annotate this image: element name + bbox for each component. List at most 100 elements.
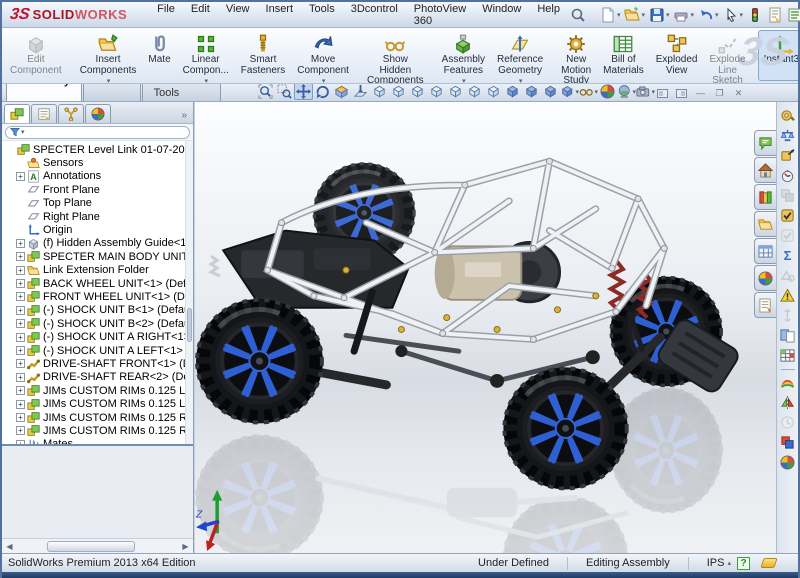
tree-expander[interactable]: +	[16, 252, 25, 262]
tree-item[interactable]: Top Plane	[4, 197, 185, 210]
tree-expander[interactable]: +	[16, 413, 25, 422]
bill-of-materials-button[interactable]: Bill of Materials	[597, 30, 650, 81]
tree-item[interactable]: + Link Extension Folder	[4, 264, 185, 277]
units-dropdown-arrow[interactable]: ▴	[727, 559, 731, 567]
menu-help[interactable]: Help	[529, 0, 568, 30]
view-orientation-4-button[interactable]	[427, 83, 446, 100]
quick-tips-icon[interactable]: ?	[737, 556, 750, 570]
tree-expander[interactable]: +	[16, 332, 25, 342]
measure-button[interactable]	[778, 106, 797, 125]
scroll-right-arrow[interactable]: ▶	[178, 540, 193, 553]
dropdown-arrow[interactable]: ▾	[666, 11, 670, 19]
taskpane-tab-solidworks-resources[interactable]	[754, 157, 776, 183]
view-orientation-5-button[interactable]	[446, 83, 465, 100]
tree-expander[interactable]: +	[16, 426, 25, 436]
view-orientation-1-button[interactable]	[370, 83, 389, 100]
taskpane-tab-appearances-scenes[interactable]	[754, 265, 776, 291]
curvature-button[interactable]	[778, 373, 797, 392]
undo-button[interactable]: ▾	[696, 5, 721, 25]
taskpane-tab-solidworks-forum[interactable]	[754, 130, 776, 156]
feature-filter-input[interactable]: ▾	[5, 125, 190, 139]
file-properties-button[interactable]	[765, 5, 785, 25]
interference-detection-button[interactable]	[778, 186, 797, 205]
rebuild-button[interactable]	[745, 5, 765, 25]
mate-button[interactable]: Mate	[142, 30, 176, 81]
panel-tab-configurationmanager[interactable]	[58, 104, 84, 123]
tag-icon[interactable]	[760, 558, 778, 568]
panel-tab-propertymanager[interactable]	[31, 104, 57, 123]
check-button[interactable]	[778, 206, 797, 225]
dropdown-arrow[interactable]: ▾	[462, 77, 466, 83]
tree-item[interactable]: SPECTER Level Link 01-07-2012 (Defa	[4, 143, 185, 156]
design-table-button[interactable]	[778, 346, 797, 365]
search-icon[interactable]	[568, 5, 588, 25]
view-orientation-6-button[interactable]	[465, 83, 484, 100]
dropdown-arrow[interactable]: ▾	[715, 11, 719, 19]
symmetry-check-button[interactable]	[778, 393, 797, 412]
deviation-analysis-button[interactable]	[778, 306, 797, 325]
zoom-to-area-button[interactable]	[275, 83, 294, 100]
scroll-thumb[interactable]	[47, 540, 135, 552]
menu-insert[interactable]: Insert	[258, 0, 302, 30]
tree-expander[interactable]: +	[16, 372, 25, 382]
tree-item[interactable]: + (-) SHOCK UNIT A LEFT<1> (Defa	[4, 344, 185, 357]
tree-expander[interactable]: +	[16, 171, 25, 181]
tree-item[interactable]: + DRIVE-SHAFT REAR<2> (Default<	[4, 371, 185, 384]
smart-fasteners-button[interactable]: Smart Fasteners	[235, 30, 291, 81]
linear-component-pattern-button[interactable]: Linear Compon... ▾	[177, 30, 235, 83]
dropdown-arrow[interactable]: ▾	[107, 77, 111, 83]
tree-expander[interactable]: +	[16, 292, 25, 302]
display-style-3-button[interactable]	[541, 83, 560, 100]
timer-button[interactable]	[778, 413, 797, 432]
minimize-document-button[interactable]: —	[693, 87, 708, 99]
hide-show-items-button[interactable]: ▾	[579, 83, 598, 100]
taskpane-tab-design-library[interactable]	[754, 184, 776, 210]
exploded-view-button[interactable]: Exploded View	[650, 30, 704, 81]
tree-expander[interactable]: +	[16, 238, 25, 248]
edit-component-button[interactable]: Edit Component	[4, 30, 68, 81]
view-orientation-2-button[interactable]	[389, 83, 408, 100]
tree-item[interactable]: Front Plane	[4, 183, 185, 196]
appearance-ball-button[interactable]	[778, 453, 797, 472]
menu-file[interactable]: File	[149, 0, 183, 30]
zoom-to-fit-button[interactable]	[256, 83, 275, 100]
display-style-1-button[interactable]	[503, 83, 522, 100]
taskpane-tab-custom-properties[interactable]	[754, 292, 776, 318]
tree-item[interactable]: Sensors	[4, 156, 185, 169]
tree-item[interactable]: Right Plane	[4, 210, 185, 223]
view-orientation-7-button[interactable]	[484, 83, 503, 100]
new-motion-study-button[interactable]: New Motion Study	[555, 30, 597, 83]
new-document-button[interactable]: ▾	[598, 5, 623, 25]
save-document-button[interactable]: ▾	[647, 5, 672, 25]
menu-photoview-360[interactable]: PhotoView 360	[406, 0, 474, 30]
print-document-button[interactable]: ▾	[671, 5, 696, 25]
tree-vertical-scrollbar[interactable]	[185, 141, 193, 444]
edit-appearance-button[interactable]	[598, 83, 617, 100]
tree-expander[interactable]: +	[16, 399, 25, 409]
tree-item[interactable]: + JIMs CUSTOM RIMs 0.125 LEFT<2	[4, 397, 185, 410]
equations-button[interactable]: Σ	[778, 246, 797, 265]
menu-view[interactable]: View	[218, 0, 258, 30]
tree-expander[interactable]: +	[16, 359, 25, 369]
tree-item[interactable]: Origin	[4, 223, 185, 236]
tree-expander[interactable]: +	[16, 439, 25, 444]
instant3d-button[interactable]: Instant3D	[757, 30, 798, 81]
rotate-view-button[interactable]	[313, 83, 332, 100]
dropdown-arrow[interactable]: ▾	[204, 77, 208, 83]
view-settings-button[interactable]: ▾	[636, 83, 655, 100]
menu-edit[interactable]: Edit	[183, 0, 218, 30]
explode-line-sketch-button[interactable]: Explode Line Sketch	[703, 30, 751, 83]
dropdown-arrow[interactable]: ▾	[519, 77, 523, 83]
display-style-2-button[interactable]	[522, 83, 541, 100]
taskpane-tab-file-explorer[interactable]	[754, 211, 776, 237]
scroll-left-arrow[interactable]: ◀	[2, 540, 17, 553]
menu-window[interactable]: Window	[474, 0, 529, 30]
mass-properties-button[interactable]	[778, 126, 797, 145]
panel-tab-overflow[interactable]: »	[177, 110, 191, 123]
section-view-button[interactable]	[332, 83, 351, 100]
tree-item[interactable]: + FRONT WHEEL UNIT<1> (Default-	[4, 290, 185, 303]
normal-to-button[interactable]	[351, 83, 370, 100]
tree-expander[interactable]: +	[16, 279, 25, 289]
move-component-button[interactable]: Move Component ▾	[291, 30, 355, 83]
restore-document-button[interactable]: ❐	[712, 87, 727, 99]
